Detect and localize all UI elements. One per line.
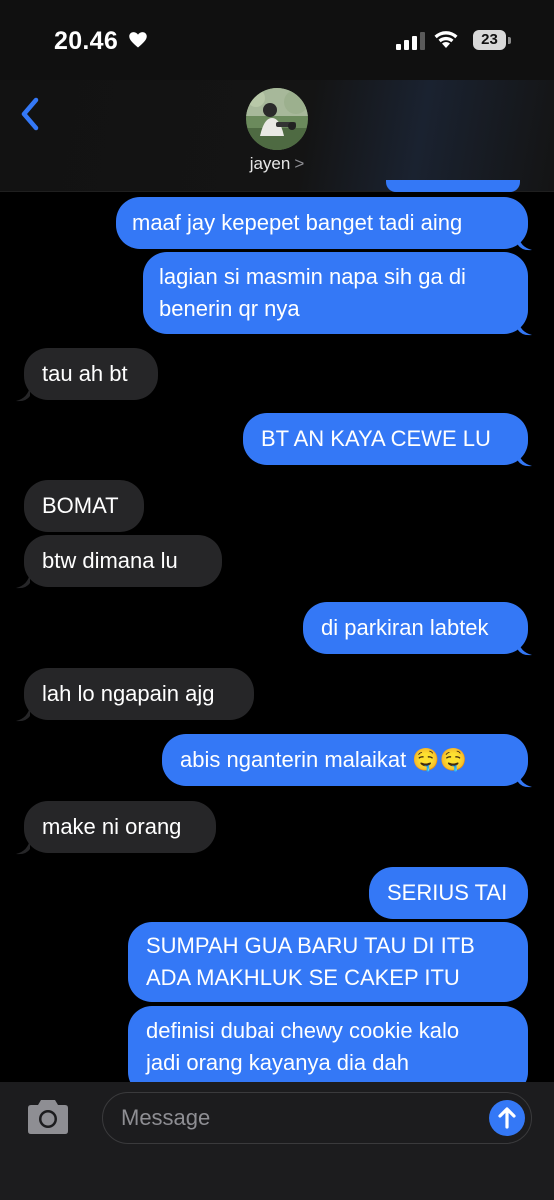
- battery-level: 23: [473, 30, 506, 50]
- message-bubble-received[interactable]: BOMAT: [24, 480, 144, 532]
- send-button[interactable]: [489, 1100, 525, 1136]
- message-text: jadi orang kayanya dia dah: [146, 1050, 409, 1075]
- message-text: SERIUS TAI: [387, 880, 508, 905]
- camera-icon[interactable]: [24, 1098, 72, 1136]
- bubble-tail-icon: [518, 772, 532, 788]
- bubble-tail-icon: [518, 640, 532, 656]
- send-arrow-icon: [498, 1107, 516, 1129]
- message-text: lah lo ngapain ajg: [42, 681, 215, 706]
- wifi-icon: [434, 31, 458, 48]
- contact-name: jayen: [249, 154, 291, 173]
- message-input[interactable]: [121, 1103, 461, 1133]
- message-bubble-received[interactable]: btw dimana lu: [24, 535, 222, 587]
- bubble-tail-icon: [16, 573, 30, 589]
- message-text: di parkiran labtek: [321, 615, 489, 640]
- bubble-tail-icon: [16, 839, 30, 855]
- bubble-tail-icon: [16, 706, 30, 722]
- message-bubble-received[interactable]: lah lo ngapain ajg: [24, 668, 254, 720]
- message-text: benerin qr nya: [159, 296, 300, 321]
- message-text: btw dimana lu: [42, 548, 178, 573]
- message-text: BOMAT: [42, 493, 119, 518]
- contact-avatar[interactable]: [246, 88, 308, 150]
- bubble-tail-icon: [518, 451, 532, 467]
- heart-icon: [129, 32, 147, 48]
- status-time: 20.46: [54, 27, 119, 55]
- composer-bar: [0, 1082, 554, 1200]
- signal-icon: [396, 32, 425, 50]
- message-bubble-sent[interactable]: BT AN KAYA CEWE LU: [243, 413, 528, 465]
- message-bubble-received[interactable]: tau ah bt: [24, 348, 158, 400]
- message-bubble-sent[interactable]: maaf jay kepepet banget tadi aing: [116, 197, 528, 249]
- status-bar: 20.46 23: [0, 0, 554, 80]
- bubble-tail-icon: [16, 386, 30, 402]
- battery-icon: 23: [473, 30, 513, 52]
- message-text: maaf jay kepepet banget tadi aing: [132, 210, 463, 235]
- message-bubble-sent[interactable]: lagian si masmin napa sih ga di benerin …: [143, 252, 528, 334]
- contact-name-button[interactable]: jayen >: [0, 154, 554, 174]
- bubble-tail-icon: [518, 320, 532, 336]
- message-text: lagian si masmin napa sih ga di: [159, 264, 466, 289]
- message-bubble-sent[interactable]: SERIUS TAI: [369, 867, 528, 919]
- bubble-tail-icon: [518, 235, 532, 251]
- message-bubble-received[interactable]: make ni orang: [24, 801, 216, 853]
- message-text: SUMPAH GUA BARU TAU DI ITB: [146, 933, 475, 958]
- message-text: ADA MAKHLUK SE CAKEP ITU: [146, 965, 460, 990]
- message-bubble-sent[interactable]: di parkiran labtek: [303, 602, 528, 654]
- message-bubble-sent[interactable]: abis nganterin malaikat 🤤🤤: [162, 734, 528, 786]
- conversation-header: jayen >: [0, 80, 554, 192]
- partial-sent-bubble: [386, 180, 520, 192]
- back-chevron-icon[interactable]: [12, 92, 52, 136]
- message-bubble-sent[interactable]: SUMPAH GUA BARU TAU DI ITB ADA MAKHLUK S…: [128, 922, 528, 1002]
- message-text: abis nganterin malaikat 🤤🤤: [180, 747, 468, 772]
- message-text: tau ah bt: [42, 361, 128, 386]
- message-text: make ni orang: [42, 814, 182, 839]
- chevron-right-icon: >: [294, 154, 305, 173]
- message-text: definisi dubai chewy cookie kalo: [146, 1018, 460, 1043]
- message-text: BT AN KAYA CEWE LU: [261, 426, 491, 451]
- message-input-field[interactable]: [102, 1092, 532, 1144]
